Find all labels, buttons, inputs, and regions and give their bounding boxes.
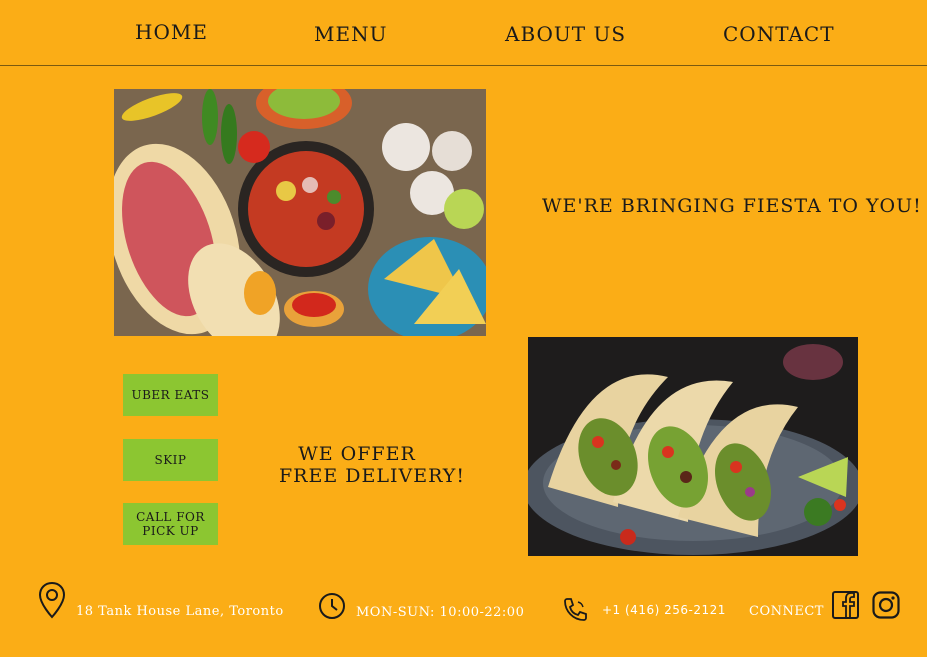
free-delivery-line2: FREE DELIVERY! bbox=[279, 465, 465, 487]
instagram-icon[interactable] bbox=[872, 591, 900, 619]
call-for-pickup-button[interactable]: CALL FOR PICK UP bbox=[123, 503, 218, 545]
hero-tagline: WE'RE BRINGING FIESTA TO YOU! bbox=[542, 195, 922, 217]
footer-address: 18 Tank House Lane, Toronto bbox=[76, 604, 284, 619]
free-delivery-text: WE OFFER FREE DELIVERY! bbox=[279, 443, 465, 487]
tacos-illustration bbox=[528, 337, 858, 556]
footer-connect-label: CONNECT bbox=[749, 604, 824, 619]
top-navigation: HOME MENU ABOUT US CONTACT bbox=[0, 0, 927, 66]
mexican-platter-illustration bbox=[114, 89, 486, 336]
clock-icon bbox=[319, 593, 345, 619]
skip-button[interactable]: SKIP bbox=[123, 439, 218, 481]
uber-eats-button[interactable]: UBER EATS bbox=[123, 374, 218, 416]
nav-about-link[interactable]: ABOUT US bbox=[505, 22, 626, 46]
call-button-line1: CALL FOR bbox=[136, 510, 205, 524]
mexican-platter-photo bbox=[114, 89, 486, 336]
facebook-icon[interactable] bbox=[832, 591, 859, 619]
free-delivery-line1: WE OFFER bbox=[298, 443, 416, 465]
phone-icon bbox=[564, 598, 587, 621]
nav-home-link[interactable]: HOME bbox=[135, 20, 208, 44]
footer-hours: MON-SUN: 10:00-22:00 bbox=[356, 605, 525, 620]
location-pin-icon bbox=[38, 581, 66, 619]
nav-menu-link[interactable]: MENU bbox=[314, 22, 387, 46]
tacos-photo bbox=[528, 337, 858, 556]
nav-contact-link[interactable]: CONTACT bbox=[723, 22, 835, 46]
call-button-line2: PICK UP bbox=[142, 524, 199, 538]
footer-phone[interactable]: +1 (416) 256-2121 bbox=[602, 603, 726, 617]
